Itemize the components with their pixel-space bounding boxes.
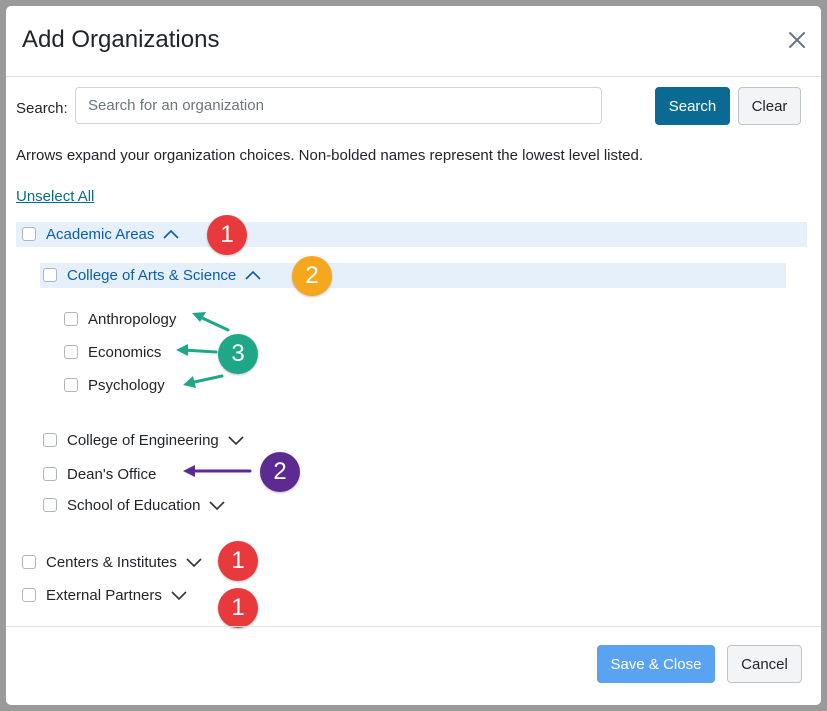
teal-arrow-psychology: [188, 374, 224, 385]
cancel-button[interactable]: Cancel: [727, 645, 802, 683]
teal-arrowhead-anthropology: [192, 312, 206, 322]
teal-arrowhead-economics: [176, 344, 188, 356]
callout-badge-deans-office: 2: [260, 452, 300, 492]
save-close-button[interactable]: Save & Close: [597, 645, 715, 683]
callout-badge-external-partners: 1: [218, 588, 258, 628]
teal-arrowhead-psychology: [183, 376, 196, 388]
callout-badge-leaf-items: 3: [218, 334, 258, 374]
callout-badge-centers-institutes: 1: [218, 541, 258, 581]
callout-badge-academic-areas: 1: [207, 215, 247, 255]
purple-arrowhead-deans-office: [183, 465, 195, 477]
teal-arrow-anthropology: [196, 314, 230, 332]
annotation-arrows: [176, 312, 252, 477]
callout-badge-arts-science: 2: [292, 256, 332, 296]
